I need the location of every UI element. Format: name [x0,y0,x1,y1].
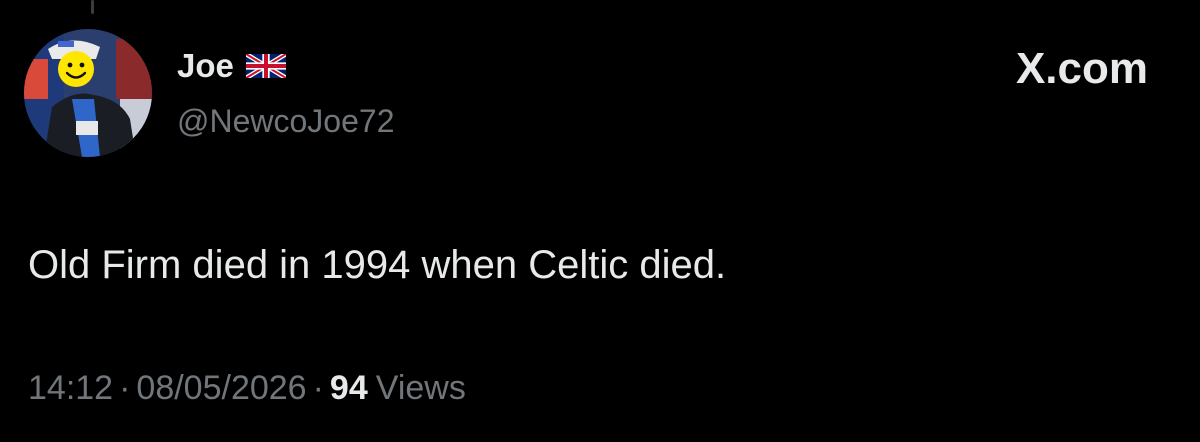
tweet-date[interactable]: 08/05/2026 [136,369,306,407]
brand-watermark: X.com [1016,44,1148,94]
tweet-time[interactable]: 14:12 [28,369,113,407]
author-handle[interactable]: @NewcoJoe72 [177,101,394,141]
author-name-row: Joe [177,46,286,86]
uk-flag-icon [245,54,286,78]
avatar-image [24,29,152,157]
brand-label: X.com [1015,44,1148,93]
tweet-metadata: 14:12 · 08/05/2026 · 94 Views [28,366,466,410]
meta-separator: · [119,369,131,407]
views-count[interactable]: 94 [330,369,368,407]
views-label: Views [375,369,466,407]
meta-separator: · [312,369,324,407]
author-display-name[interactable]: Joe [177,46,234,86]
avatar[interactable] [24,29,152,157]
tweet-body-text: Old Firm died in 1994 when Celtic died. [28,243,727,287]
thread-connector-line [91,0,94,14]
